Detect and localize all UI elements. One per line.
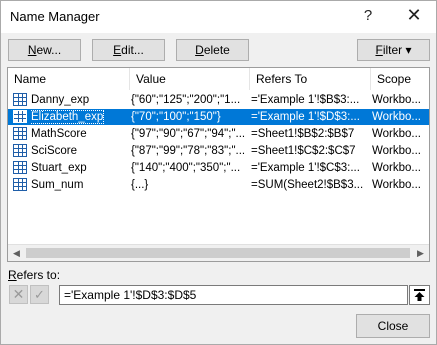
row-scope: Workbo...: [372, 145, 421, 157]
column-header-value[interactable]: Value: [130, 68, 250, 90]
edit-button[interactable]: Edit...: [92, 39, 165, 61]
row-scope: Workbo...: [372, 162, 421, 174]
row-name: Elizabeth_exp: [31, 110, 105, 124]
confirm-edit-icon[interactable]: ✓: [30, 285, 49, 304]
table-row[interactable]: MathScore {"97";"90";"67";"94";"... =She…: [8, 126, 429, 142]
scrollbar-thumb[interactable]: [26, 248, 410, 258]
row-refers-to: ='Example 1'!$D$3:...: [251, 111, 360, 123]
row-value: {"97";"90";"67";"94";"...: [131, 128, 246, 140]
chevron-down-icon: ▾: [405, 43, 412, 57]
name-range-icon: [13, 161, 27, 174]
filter-button[interactable]: Filter ▾: [357, 39, 430, 61]
refers-to-label: Refers to:: [8, 268, 61, 282]
list-header: Name Value Refers To Scope: [8, 68, 429, 90]
collapse-arrow-icon: [414, 289, 425, 301]
close-button[interactable]: Close: [356, 314, 430, 338]
horizontal-scrollbar[interactable]: ◀ ▶: [8, 244, 429, 261]
delete-button[interactable]: Delete: [176, 39, 249, 61]
new-button[interactable]: New...: [8, 39, 81, 61]
row-scope: Workbo...: [372, 179, 421, 191]
title-bar: Name Manager ? ✕: [1, 1, 436, 33]
row-refers-to: ='Example 1'!$B$3:...: [251, 94, 360, 106]
window-title: Name Manager: [10, 9, 100, 24]
column-header-refers-to[interactable]: Refers To: [250, 68, 371, 90]
row-refers-to: ='Example 1'!$C$3:...: [251, 162, 360, 174]
table-row[interactable]: SciScore {"87";"99";"78";"83";"... =Shee…: [8, 143, 429, 159]
name-range-icon: [13, 110, 27, 123]
scroll-right-icon[interactable]: ▶: [412, 245, 429, 261]
row-value: {"87";"99";"78";"83";"...: [131, 145, 246, 157]
column-header-name[interactable]: Name: [8, 68, 130, 90]
name-range-icon: [13, 93, 27, 106]
scroll-left-icon[interactable]: ◀: [8, 245, 25, 261]
table-row[interactable]: Danny_exp {"60";"125";"200";"1... ='Exam…: [8, 92, 429, 108]
table-row[interactable]: Stuart_exp {"140";"400";"350";"... ='Exa…: [8, 160, 429, 176]
close-icon[interactable]: ✕: [406, 5, 422, 26]
row-refers-to: =SUM(Sheet2!$B$3...: [251, 179, 364, 191]
names-list[interactable]: Name Value Refers To Scope Danny_exp {"6…: [7, 67, 430, 262]
row-refers-to: =Sheet1!$C$2:$C$7: [251, 145, 356, 157]
row-scope: Workbo...: [372, 111, 421, 123]
table-row[interactable]: Elizabeth_exp {"70";"100";"150"} ='Examp…: [8, 109, 429, 125]
row-value: {"60";"125";"200";"1...: [131, 94, 241, 106]
row-name: MathScore: [31, 128, 87, 140]
row-name: Stuart_exp: [31, 162, 87, 174]
row-scope: Workbo...: [372, 128, 421, 140]
cancel-edit-icon[interactable]: ✕: [9, 285, 28, 304]
row-name: Danny_exp: [31, 94, 90, 106]
help-icon[interactable]: ?: [361, 7, 375, 24]
row-scope: Workbo...: [372, 94, 421, 106]
collapse-dialog-button[interactable]: [409, 285, 430, 305]
name-manager-dialog: Name Manager ? ✕ New... Edit... Delete F…: [0, 0, 437, 345]
name-range-icon: [13, 127, 27, 140]
row-value: {"140";"400";"350";"...: [131, 162, 241, 174]
table-row[interactable]: Sum_num {...} =SUM(Sheet2!$B$3... Workbo…: [8, 177, 429, 193]
name-range-icon: [13, 144, 27, 157]
row-name: Sum_num: [31, 179, 84, 191]
refers-to-input[interactable]: [59, 285, 408, 305]
name-range-icon: [13, 178, 27, 191]
row-value: {...}: [131, 179, 149, 191]
row-value: {"70";"100";"150"}: [131, 111, 221, 123]
column-header-scope[interactable]: Scope: [371, 68, 429, 90]
row-name: SciScore: [31, 145, 78, 157]
row-refers-to: =Sheet1!$B$2:$B$7: [251, 128, 355, 140]
